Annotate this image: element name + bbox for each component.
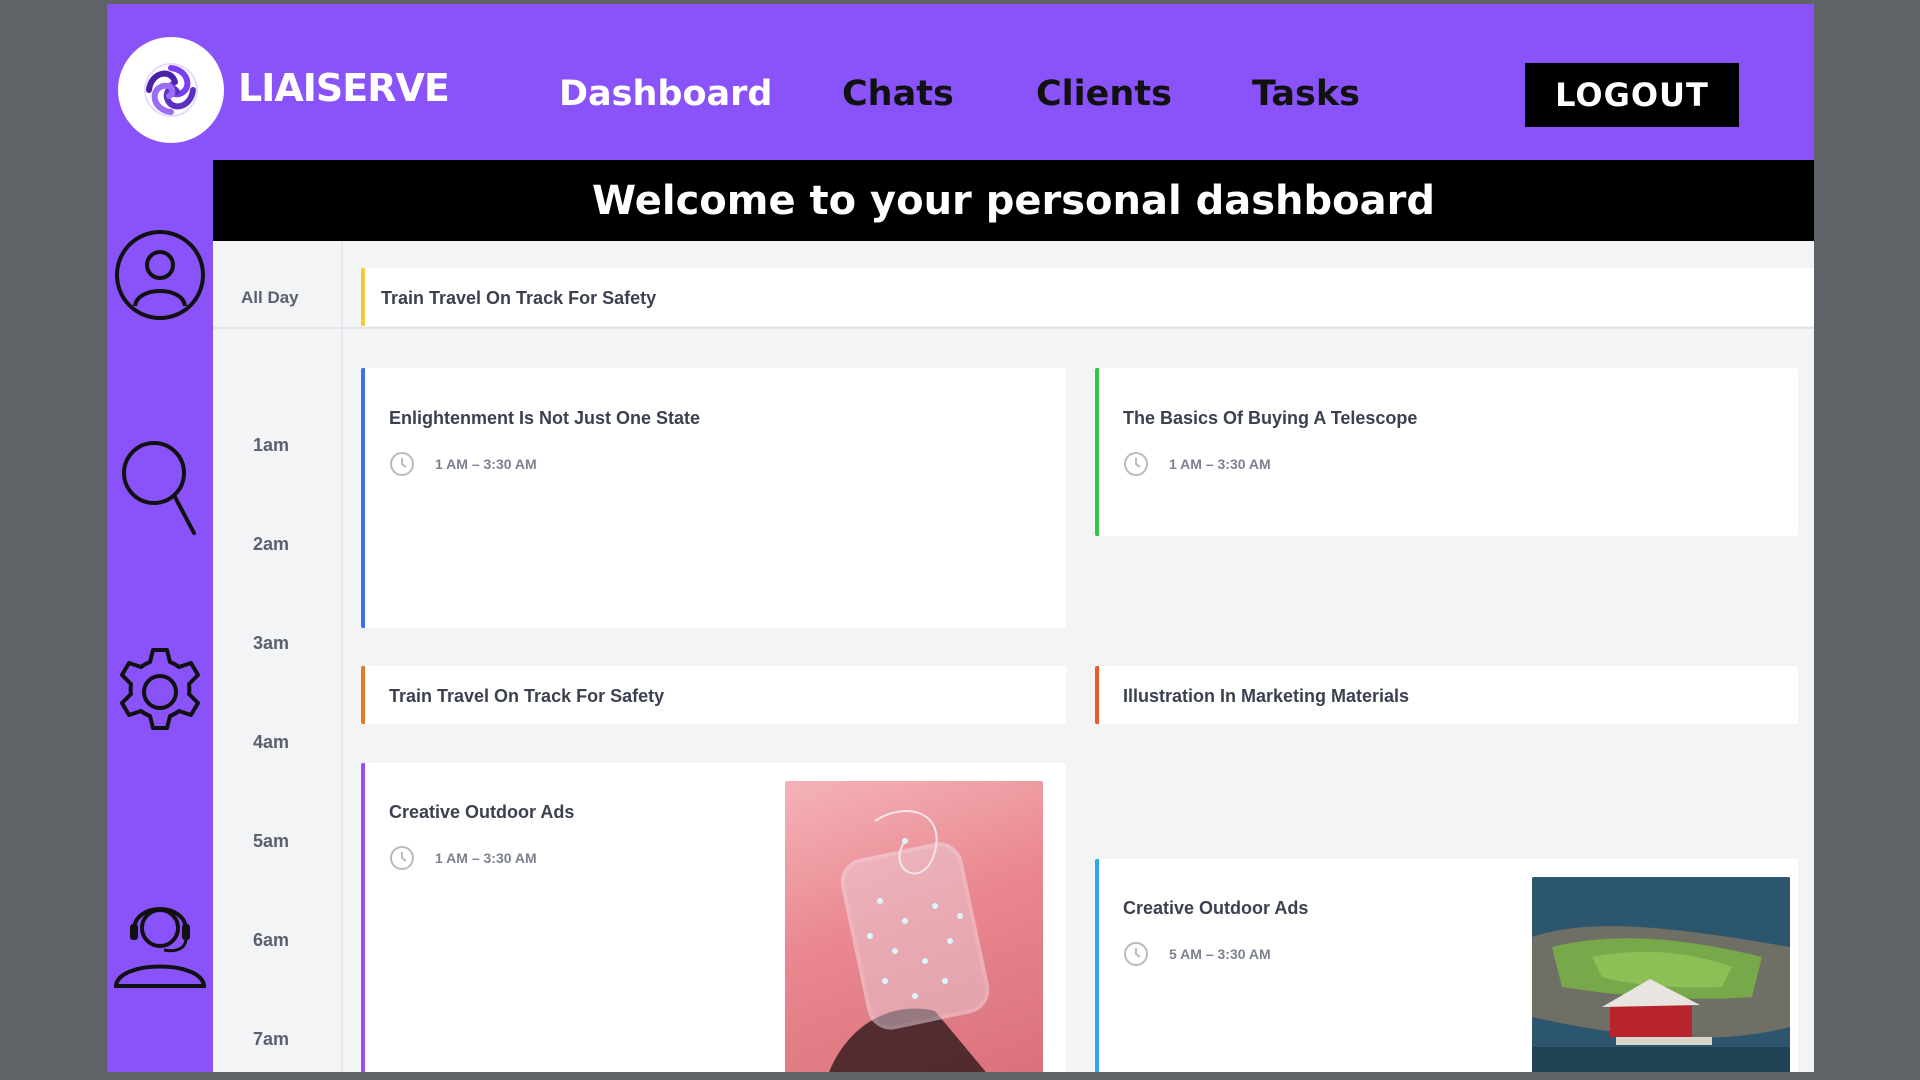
event-title: Creative Outdoor Ads xyxy=(389,802,575,822)
nav-clients[interactable]: Clients xyxy=(1036,74,1172,114)
user-profile-icon xyxy=(115,230,205,320)
event-card[interactable]: Illustration In Marketing Materials xyxy=(1095,666,1798,724)
logo[interactable] xyxy=(118,37,224,143)
event-time-text: 1 AM – 3:30 AM xyxy=(1169,456,1271,472)
event-card[interactable]: Enlightenment Is Not Just One State 1 AM… xyxy=(361,368,1066,628)
hour-label: 2am xyxy=(253,534,290,554)
event-time-text: 1 AM – 3:30 AM xyxy=(435,850,537,866)
event-card[interactable]: Creative Outdoor Ads 5 AM – 3:30 AM xyxy=(1095,859,1798,1072)
welcome-banner: Welcome to your personal dashboard xyxy=(213,160,1814,241)
event-time: 1 AM – 3:30 AM xyxy=(1123,451,1271,477)
all-day-label: All Day xyxy=(241,288,299,307)
logo-swirl-icon xyxy=(144,63,198,117)
event-time-text: 1 AM – 3:30 AM xyxy=(435,456,537,472)
clock-icon xyxy=(390,452,414,476)
event-card[interactable]: Creative Outdoor Ads 1 AM – 3:30 AM xyxy=(361,763,1066,1072)
nav-dashboard[interactable]: Dashboard xyxy=(559,74,772,114)
support-headset-icon xyxy=(113,907,207,988)
search-icon xyxy=(122,441,196,535)
event-title: The Basics Of Buying A Telescope xyxy=(1123,408,1418,428)
event-title: Train Travel On Track For Safety xyxy=(381,288,657,308)
event-photo-jar xyxy=(785,781,1043,1072)
event-title: Illustration In Marketing Materials xyxy=(1123,686,1410,706)
hour-label: 5am xyxy=(253,831,290,851)
event-card[interactable]: Train Travel On Track For Safety xyxy=(361,666,1066,724)
app-frame: LIAISERVE Dashboard Chats Clients Tasks … xyxy=(107,4,1814,1072)
event-card[interactable]: The Basics Of Buying A Telescope 1 AM – … xyxy=(1095,368,1798,536)
brand-name: LIAISERVE xyxy=(238,66,450,110)
clock-icon xyxy=(1124,452,1148,476)
event-time-text: 5 AM – 3:30 AM xyxy=(1169,946,1271,962)
hour-label: 6am xyxy=(253,930,290,950)
event-title: Creative Outdoor Ads xyxy=(1123,898,1309,918)
hour-label: 4am xyxy=(253,732,290,752)
sidebar-profile-button[interactable] xyxy=(107,228,213,322)
hour-label: 1am xyxy=(253,435,290,455)
event-time: 1 AM – 3:30 AM xyxy=(389,845,537,871)
island-house-image xyxy=(1532,877,1790,1072)
event-title: Enlightenment Is Not Just One State xyxy=(389,408,701,428)
event-time: 5 AM – 3:30 AM xyxy=(1123,941,1271,967)
event-title: Train Travel On Track For Safety xyxy=(389,686,665,706)
hour-label: 7am xyxy=(253,1029,290,1049)
clock-icon xyxy=(1124,942,1148,966)
event-photo-island xyxy=(1532,877,1790,1072)
gear-icon xyxy=(120,648,200,730)
hour-label: 3am xyxy=(253,633,290,653)
calendar-view: All Day 1am 2am 3am 4am 5am 6am 7am Trai… xyxy=(213,241,1814,1072)
sidebar-support-button[interactable] xyxy=(107,896,213,988)
sidebar-search-button[interactable] xyxy=(107,437,213,537)
all-day-event[interactable]: Train Travel On Track For Safety xyxy=(361,268,1814,326)
nav-chats[interactable]: Chats xyxy=(842,74,954,114)
sidebar-settings-button[interactable] xyxy=(107,644,213,740)
jar-lights-image xyxy=(829,810,990,1072)
event-time: 1 AM – 3:30 AM xyxy=(389,451,537,477)
clock-icon xyxy=(390,846,414,870)
nav-tasks[interactable]: Tasks xyxy=(1252,74,1360,114)
logout-button[interactable]: LOGOUT xyxy=(1525,63,1739,127)
